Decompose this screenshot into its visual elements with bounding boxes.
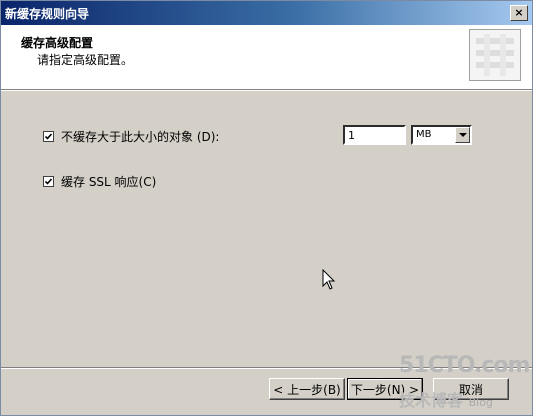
close-icon: × <box>514 6 524 19</box>
cache-ssl-label: 缓存 SSL 响应(C) <box>61 175 157 189</box>
window-title: 新缓存规则向导 <box>5 6 90 21</box>
watermark-blog: Blog <box>468 396 493 409</box>
cache-ssl-option[interactable]: 缓存 SSL 响应(C) <box>43 173 156 190</box>
size-unit-value: MB <box>416 129 432 140</box>
checkmark-icon <box>44 178 53 185</box>
watermark-site: 51CTO.com <box>399 353 530 378</box>
back-button[interactable]: < 上一步(B) <box>269 378 345 400</box>
close-button[interactable]: × <box>510 5 528 21</box>
watermark-tagline-row: 技术博客 Blog <box>399 387 493 411</box>
max-size-input[interactable]: 1 <box>343 125 406 145</box>
mouse-cursor-icon <box>322 269 336 290</box>
max-size-value: 1 <box>348 129 355 142</box>
header-divider <box>1 90 532 91</box>
title-bar[interactable]: 新缓存规则向导 × <box>1 1 532 25</box>
size-unit-select[interactable]: MB <box>411 125 472 145</box>
wizard-banner-icon <box>469 29 521 81</box>
page-title: 缓存高级配置 <box>21 36 94 50</box>
back-button-label: < 上一步(B) <box>273 382 341 397</box>
watermark-tagline: 技术博客 <box>399 391 464 410</box>
checkmark-icon <box>44 133 53 140</box>
max-size-checkbox[interactable] <box>43 131 54 142</box>
wizard-header: 缓存高级配置 请指定高级配置。 <box>1 25 532 90</box>
cache-ssl-checkbox[interactable] <box>43 176 54 187</box>
max-size-label: 不缓存大于此大小的对象 (D): <box>61 130 220 144</box>
page-subtitle: 请指定高级配置。 <box>37 53 134 67</box>
chevron-down-icon[interactable] <box>455 127 470 143</box>
wizard-window: 新缓存规则向导 × 缓存高级配置 请指定高级配置。 不缓存大于此大小的对象 (D… <box>0 0 533 416</box>
watermark: 51CTO.com 技术博客 Blog <box>399 353 530 410</box>
max-size-option[interactable]: 不缓存大于此大小的对象 (D): <box>43 128 219 145</box>
